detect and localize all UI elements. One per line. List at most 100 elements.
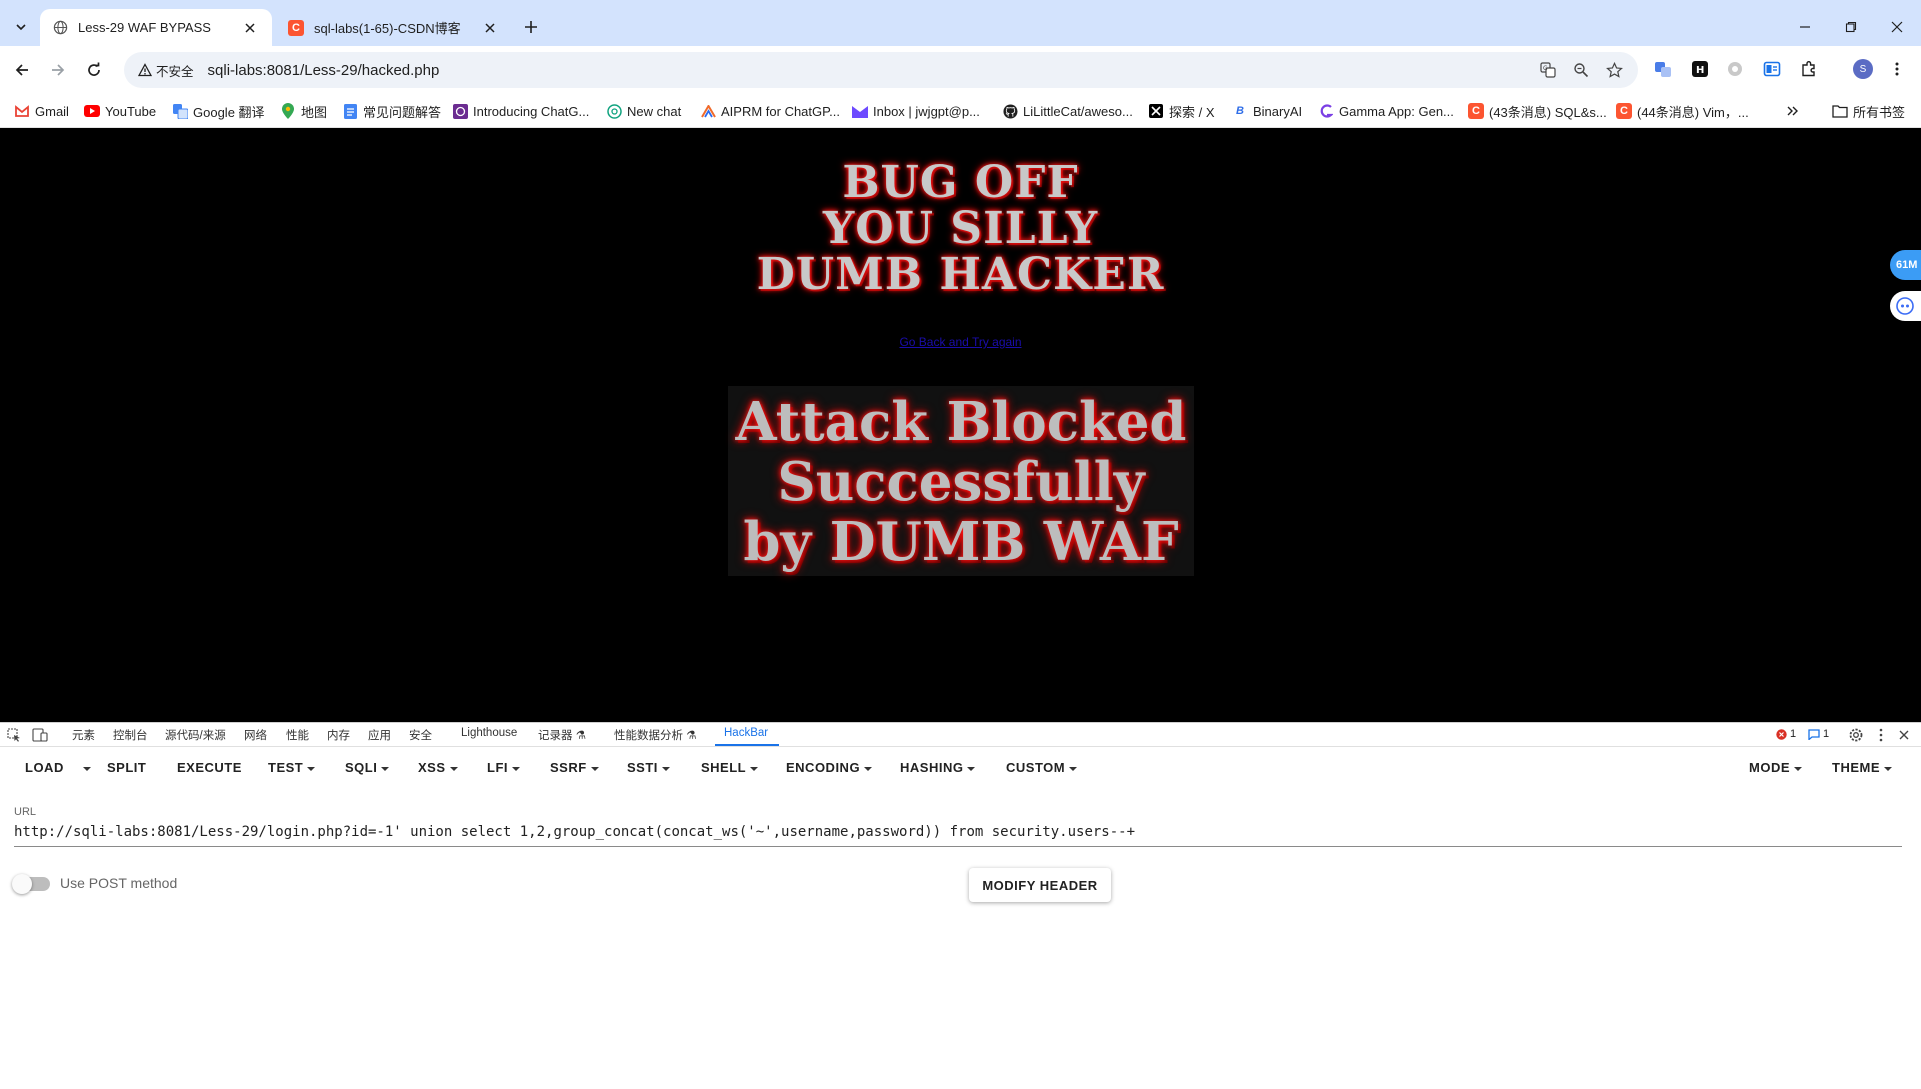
security-chip[interactable]: 不安全 [132,57,202,83]
sidebar-extension-icon[interactable] [1761,58,1783,80]
bookmark-gmail[interactable]: Gmail [14,101,69,121]
devtools-tab-security[interactable]: 安全 [409,727,432,743]
hackbar-encoding-menu[interactable]: ENCODING [786,760,873,775]
devtools-tab-recorder[interactable]: 记录器 ⚗ [538,727,586,743]
devtools-close-icon[interactable] [1896,727,1912,743]
github-icon [1002,103,1018,119]
profile-avatar[interactable]: S [1852,58,1874,80]
hackbar-extension-icon[interactable]: H [1689,58,1711,80]
memory-badge-text: 61M [1896,259,1918,271]
tab-search-button[interactable] [8,14,34,40]
translate-page-icon[interactable]: G [1538,60,1558,80]
devtools-tab-console[interactable]: 控制台 [113,727,148,743]
caret-down-icon [307,766,316,771]
bookmark-star-icon[interactable] [1604,60,1624,80]
memory-badge[interactable]: 61M [1890,250,1921,280]
bookmarks-overflow-button[interactable] [1786,101,1800,121]
bookmark-label: YouTube [105,103,157,119]
zoom-icon[interactable] [1571,60,1591,80]
close-window-button[interactable] [1882,12,1912,42]
devtools-tab-elements[interactable]: 元素 [72,727,95,743]
bookmark-google-translate[interactable]: Google 翻译 [172,101,265,121]
hackbar-theme-menu[interactable]: THEME [1832,760,1892,775]
go-back-link-text[interactable]: Go Back and Try again [899,335,1021,349]
bookmark-csdn-sql[interactable]: C (43条消息) SQL&s... [1468,101,1607,121]
hackbar-ssti-menu[interactable]: SSTI [627,760,670,775]
inspect-element-icon[interactable] [6,727,22,743]
new-tab-button[interactable] [520,16,542,38]
modify-header-button[interactable]: MODIFY HEADER [969,868,1111,902]
bookmark-csdn-vim[interactable]: C (44条消息) Vim，... [1616,101,1749,121]
bookmark-label: Google 翻译 [193,104,265,120]
devtools-settings-icon[interactable] [1848,727,1864,743]
hackbar-test-menu[interactable]: TEST [268,760,316,775]
device-toolbar-icon[interactable] [32,727,48,743]
forward-button[interactable] [46,58,70,82]
extensions-puzzle-icon[interactable] [1798,58,1820,80]
hackbar-menu: LOAD SPLIT EXECUTE TEST SQLI XSS LFI SSR… [0,747,1921,793]
caret-down-icon [1884,766,1892,771]
tab-csdn[interactable]: C sql-labs(1-65)-CSDN博客 [276,9,512,46]
devtools-tab-network[interactable]: 网络 [244,727,267,743]
attack-blocked-image: Attack Blocked Successfully by DUMB WAF [728,386,1194,576]
hackbar-execute-button[interactable]: EXECUTE [177,760,242,775]
hackbar-load-dropdown[interactable] [79,760,91,775]
hackbar-lfi-menu[interactable]: LFI [487,760,520,775]
devtools-tab-memory[interactable]: 内存 [327,727,350,743]
grey-extension-icon[interactable] [1724,58,1746,80]
bookmark-binaryai[interactable]: B BinaryAI [1232,101,1302,121]
close-tab-icon[interactable] [480,18,500,38]
hackbar-load-button[interactable]: LOAD [25,760,64,775]
close-tab-icon[interactable] [240,18,260,38]
hackbar-hashing-menu[interactable]: HASHING [900,760,976,775]
bookmark-youtube[interactable]: YouTube [84,101,156,121]
devtools-tabbar: 元素 控制台 源代码/来源 网络 性能 内存 应用 安全 Lighthouse … [0,723,1921,747]
restore-button[interactable] [1836,12,1866,42]
blocked-line: Attack Blocked [735,391,1187,453]
all-bookmarks-button[interactable]: 所有书签 [1832,101,1905,121]
devtools-tab-hackbar[interactable]: HackBar [724,727,768,739]
toggle-knob [12,874,32,894]
devtools-menu-icon[interactable] [1873,727,1889,743]
devtools-tab-sources[interactable]: 源代码/来源 [165,727,226,743]
hackbar-xss-menu[interactable]: XSS [418,760,458,775]
bookmark-gamma[interactable]: Gamma App: Gen... [1318,101,1454,121]
bookmark-new-chat[interactable]: New chat [606,101,681,121]
post-method-toggle[interactable] [12,874,50,894]
minimize-button[interactable] [1790,12,1820,42]
browser-menu-button[interactable] [1886,58,1908,80]
bookmark-aiprm[interactable]: AIPRM for ChatGP... [700,101,840,121]
bookmark-label: Gamma App: Gen... [1339,103,1454,119]
url-input[interactable]: http://sqli-labs:8081/Less-29/login.php?… [14,824,1902,847]
back-button[interactable] [10,58,34,82]
bookmark-introducing-chatgpt[interactable]: Introducing ChatG... [452,101,589,121]
translator-extension-icon[interactable] [1652,58,1674,80]
hackbar-mode-menu[interactable]: MODE [1749,760,1802,775]
reload-button[interactable] [82,58,106,82]
address-bar[interactable]: 不安全 sqli-labs:8081/Less-29/hacked.php G [124,52,1638,88]
devtools-tab-performance-insights[interactable]: 性能数据分析 ⚗ [614,727,697,743]
go-back-link[interactable]: Go Back and Try again [0,335,1921,349]
bookmark-github[interactable]: LiLittleCat/aweso... [1002,101,1133,121]
error-count-badge[interactable]: 1 [1776,728,1796,740]
tab-less29[interactable]: Less-29 WAF BYPASS [40,9,272,46]
message-count-badge[interactable]: 1 [1808,728,1829,740]
hackbar-sqli-menu[interactable]: SQLI [345,760,390,775]
devtools-tab-performance[interactable]: 性能 [286,727,309,743]
hackbar-custom-menu[interactable]: CUSTOM [1006,760,1078,775]
hackbar-ssrf-menu[interactable]: SSRF [550,760,599,775]
address-text: sqli-labs:8081/Less-29/hacked.php [207,61,440,79]
hackbar-split-button[interactable]: SPLIT [107,760,146,775]
banner-line: DUMB HACKER [756,249,1165,300]
assistant-float-button[interactable] [1890,291,1921,321]
bookmark-label: (43条消息) SQL&s... [1489,104,1607,120]
devtools-tab-lighthouse[interactable]: Lighthouse [461,727,517,739]
hackbar-shell-menu[interactable]: SHELL [701,760,759,775]
folder-icon [1832,103,1848,119]
bookmark-x[interactable]: 探索 / X [1148,101,1215,121]
bookmark-proton-inbox[interactable]: Inbox | jwjgpt@p... [852,101,980,121]
bookmark-faq[interactable]: 常见问题解答 [342,101,441,121]
bookmark-maps[interactable]: 地图 [280,101,327,121]
devtools-tab-application[interactable]: 应用 [368,727,391,743]
menu-label: SSTI [627,760,658,775]
